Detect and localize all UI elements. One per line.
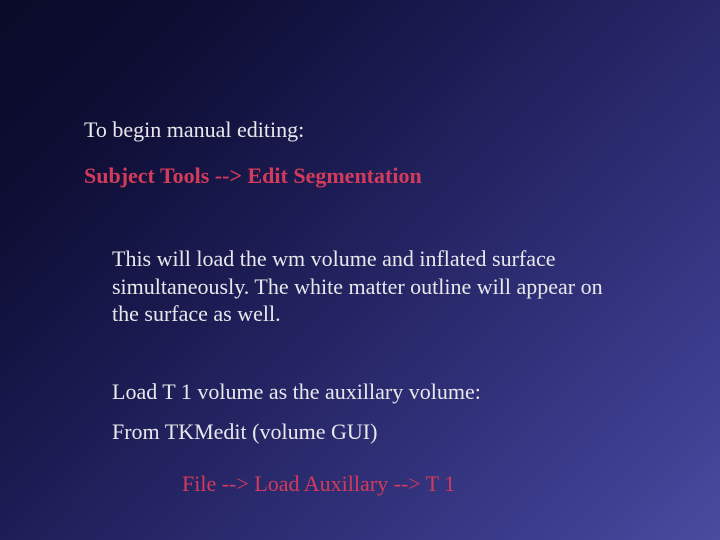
menu-path-text: Subject Tools --> Edit Segmentation [84, 162, 422, 190]
intro-text: To begin manual editing: [84, 116, 304, 144]
body-text: This will load the wm volume and inflate… [112, 245, 612, 328]
from-line-text: From TKMedit (volume GUI) [112, 418, 377, 446]
load-instruction-text: Load T 1 volume as the auxillary volume: [112, 378, 481, 406]
file-path-text: File --> Load Auxillary --> T 1 [182, 470, 455, 498]
slide: To begin manual editing: Subject Tools -… [0, 0, 720, 540]
